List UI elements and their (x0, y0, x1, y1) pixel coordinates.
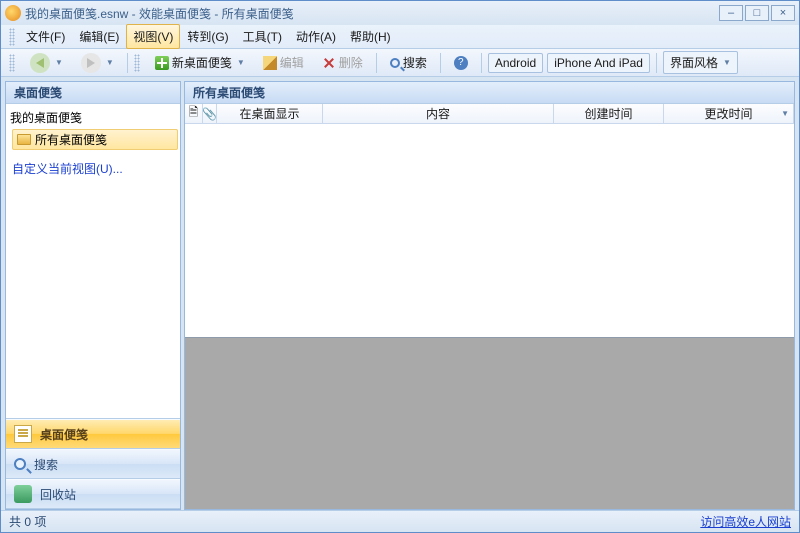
nav-recycle[interactable]: 回收站 (6, 479, 180, 509)
window-title: 我的桌面便笺.esnw - 效能桌面便笺 - 所有桌面便笺 (25, 5, 719, 22)
help-button[interactable]: ? (447, 53, 475, 73)
search-button[interactable]: 搜索 (383, 51, 434, 74)
col-created[interactable]: 创建时间 (554, 104, 664, 123)
android-button[interactable]: Android (488, 53, 543, 73)
style-button[interactable]: 界面风格▼ (663, 51, 738, 74)
style-label: 界面风格 (670, 54, 718, 71)
website-link[interactable]: 访问高效e人网站 (700, 513, 791, 530)
menu-file[interactable]: 文件(F) (19, 24, 72, 49)
separator (127, 53, 128, 73)
nav-notes-label: 桌面便笺 (40, 426, 88, 443)
window-controls: – □ × (719, 5, 795, 21)
new-note-label: 新桌面便笺 (172, 54, 232, 71)
note-icon (14, 425, 32, 443)
menu-goto[interactable]: 转到(G) (180, 24, 235, 49)
plus-icon (155, 56, 169, 70)
back-button[interactable]: ▼ (23, 50, 70, 76)
grid-body[interactable] (185, 124, 794, 337)
delete-label: 删除 (339, 54, 363, 71)
forward-icon (87, 58, 95, 68)
tree-item-all-notes[interactable]: 所有桌面便笺 (12, 129, 178, 150)
toolbar-grip-icon (9, 54, 15, 72)
separator (656, 53, 657, 73)
tree-item-label: 所有桌面便笺 (35, 131, 107, 148)
customize-view-link[interactable]: 自定义当前视图(U)... (8, 158, 178, 179)
back-icon (36, 58, 44, 68)
search-icon (14, 458, 26, 470)
help-icon: ? (454, 56, 468, 70)
app-window: 我的桌面便笺.esnw - 效能桌面便笺 - 所有桌面便笺 – □ × 文件(F… (0, 0, 800, 533)
nav-stack: 桌面便笺 搜索 回收站 (6, 418, 180, 509)
minimize-button[interactable]: – (719, 5, 743, 21)
nav-search-label: 搜索 (34, 456, 58, 473)
col-modified-label: 更改时间 (704, 105, 752, 122)
forward-button[interactable]: ▼ (74, 50, 121, 76)
tree-root[interactable]: 我的桌面便笺 (8, 108, 178, 127)
col-doc-icon[interactable]: 🗎 (185, 104, 203, 123)
edit-button[interactable]: 编辑 (256, 51, 311, 74)
search-label: 搜索 (403, 54, 427, 71)
maximize-button[interactable]: □ (745, 5, 769, 21)
separator (481, 53, 482, 73)
search-icon (390, 58, 400, 68)
delete-button[interactable]: 删除 (315, 51, 370, 74)
app-icon (5, 5, 21, 21)
col-content[interactable]: 内容 (323, 104, 554, 123)
menubar: 文件(F) 编辑(E) 视图(V) 转到(G) 工具(T) 动作(A) 帮助(H… (1, 25, 799, 49)
nav-search[interactable]: 搜索 (6, 449, 180, 479)
sort-desc-icon: ▼ (781, 109, 789, 118)
menu-edit[interactable]: 编辑(E) (72, 24, 126, 49)
delete-icon (322, 56, 336, 70)
titlebar: 我的桌面便笺.esnw - 效能桌面便笺 - 所有桌面便笺 – □ × (1, 1, 799, 25)
tree-view[interactable]: 我的桌面便笺 所有桌面便笺 自定义当前视图(U)... (6, 104, 180, 418)
main-header: 所有桌面便笺 (185, 82, 794, 104)
edit-label: 编辑 (280, 54, 304, 71)
nav-notes[interactable]: 桌面便笺 (6, 419, 180, 449)
separator (440, 53, 441, 73)
status-count: 共 0 项 (9, 513, 46, 530)
menu-tools[interactable]: 工具(T) (236, 24, 289, 49)
separator (376, 53, 377, 73)
edit-icon (263, 56, 277, 70)
body-area: 桌面便笺 我的桌面便笺 所有桌面便笺 自定义当前视图(U)... 桌面便笺 搜索 (1, 77, 799, 510)
main-panel: 所有桌面便笺 🗎 📎 在桌面显示 内容 创建时间 更改时间 ▼ (184, 81, 795, 510)
sidebar-header: 桌面便笺 (6, 82, 180, 104)
grid-header: 🗎 📎 在桌面显示 内容 创建时间 更改时间 ▼ (185, 104, 794, 124)
col-attach-icon[interactable]: 📎 (203, 104, 217, 123)
new-note-button[interactable]: 新桌面便笺▼ (148, 51, 252, 74)
menu-help[interactable]: 帮助(H) (343, 24, 398, 49)
preview-pane (185, 337, 794, 509)
nav-recycle-label: 回收站 (40, 486, 76, 503)
col-show-on-desktop[interactable]: 在桌面显示 (217, 104, 323, 123)
folder-icon (17, 134, 31, 145)
toolbar-grip-icon (134, 54, 140, 72)
sidebar: 桌面便笺 我的桌面便笺 所有桌面便笺 自定义当前视图(U)... 桌面便笺 搜索 (5, 81, 181, 510)
statusbar: 共 0 项 访问高效e人网站 (1, 510, 799, 532)
close-button[interactable]: × (771, 5, 795, 21)
recycle-icon (14, 485, 32, 503)
iphone-button[interactable]: iPhone And iPad (547, 53, 650, 73)
menubar-grip-icon (9, 28, 15, 46)
menu-view[interactable]: 视图(V) (126, 24, 180, 49)
col-modified[interactable]: 更改时间 ▼ (664, 104, 794, 123)
toolbar: ▼ ▼ 新桌面便笺▼ 编辑 删除 搜索 ? Android iPhone And… (1, 49, 799, 77)
menu-action[interactable]: 动作(A) (289, 24, 343, 49)
